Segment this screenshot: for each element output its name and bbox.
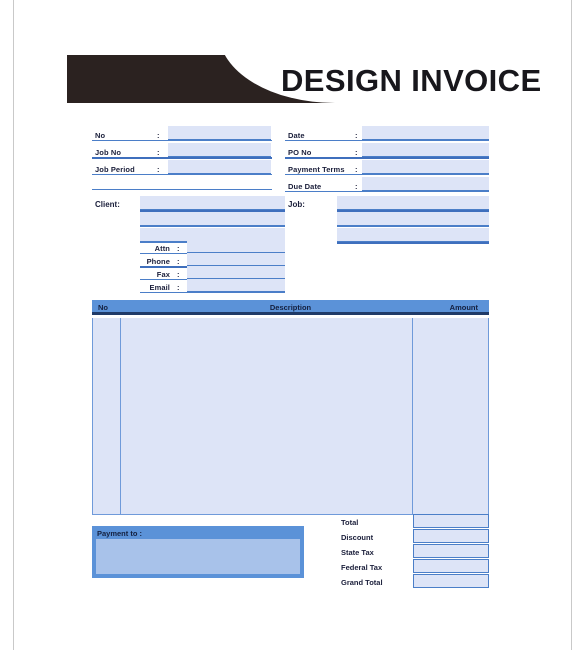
client-field-fax[interactable] (187, 266, 285, 279)
payment-to-field[interactable] (96, 539, 300, 574)
items-column-divider-no (120, 318, 121, 515)
masthead-graphic (67, 55, 335, 103)
job-address-line-2[interactable] (337, 212, 489, 226)
totals-field-state-tax[interactable] (413, 544, 489, 558)
client-address-line-2[interactable] (140, 212, 285, 226)
totals-field-total[interactable] (413, 514, 489, 528)
client-address-rule-2 (140, 226, 285, 227)
column-header-amount: Amount (449, 303, 478, 312)
client-field-email[interactable] (187, 279, 285, 292)
totals-label-federal-tax: Federal Tax (341, 563, 383, 572)
meta-field-no[interactable] (168, 126, 271, 140)
meta-rule-job-period (92, 174, 272, 175)
meta-rule-date (285, 140, 489, 141)
client-section-label: Client: (95, 200, 120, 209)
meta-field-po-no[interactable] (362, 143, 489, 157)
totals-label-grand-total: Grand Total (341, 578, 383, 587)
job-address-rule-3 (337, 242, 489, 244)
totals-field-grand-total[interactable] (413, 574, 489, 588)
items-table: No Description Amount (92, 300, 489, 515)
items-column-divider-amount (412, 318, 413, 515)
totals-label-state-tax: State Tax (341, 548, 374, 557)
payment-to-label: Payment to : (97, 529, 143, 538)
client-rule-email (140, 292, 285, 293)
meta-field-due-date[interactable] (362, 177, 489, 191)
totals-field-federal-tax[interactable] (413, 559, 489, 573)
meta-rule-job-no (92, 157, 272, 159)
totals-label-total: Total (341, 518, 359, 527)
meta-rule-left-spacer (92, 189, 272, 190)
meta-field-job-no[interactable] (168, 143, 271, 157)
payment-to-box: Payment to : (92, 526, 304, 578)
invoice-page: DESIGN INVOICE No : Job No : Job Period … (0, 0, 585, 650)
meta-rule-payment-terms (285, 174, 489, 175)
items-table-body[interactable] (92, 318, 489, 515)
meta-field-date[interactable] (362, 126, 489, 140)
meta-rule-no (92, 140, 272, 141)
job-address-rule-2 (337, 226, 489, 227)
items-table-header: No Description Amount (92, 300, 489, 315)
meta-field-job-period[interactable] (168, 160, 271, 174)
job-section-label: Job: (288, 200, 305, 209)
client-address-line-1[interactable] (140, 196, 285, 210)
job-address-line-3[interactable] (337, 228, 489, 242)
meta-rule-po-no (285, 157, 489, 159)
totals-label-discount: Discount (341, 533, 374, 542)
totals-field-discount[interactable] (413, 529, 489, 543)
page-title: DESIGN INVOICE (281, 63, 542, 98)
meta-rule-due-date (285, 191, 489, 192)
job-address-line-1[interactable] (337, 196, 489, 210)
meta-field-payment-terms[interactable] (362, 160, 489, 174)
client-field-phone[interactable] (187, 253, 285, 266)
client-field-attn[interactable] (187, 240, 285, 253)
